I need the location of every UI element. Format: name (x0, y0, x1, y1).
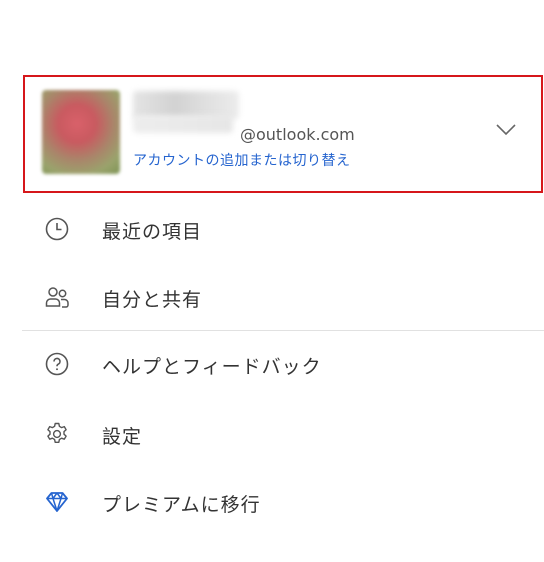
help-icon (45, 352, 69, 376)
menu-item-recent[interactable]: 最近の項目 (0, 204, 544, 254)
clock-icon (45, 217, 69, 241)
menu-item-settings[interactable]: 設定 (0, 409, 544, 459)
people-icon (45, 287, 69, 308)
gear-icon (47, 422, 67, 443)
account-card[interactable]: @outlook.com アカウントの追加または切り替え (23, 75, 543, 193)
menu-divider (22, 330, 544, 331)
email-user-redacted (133, 115, 233, 133)
menu-label-shared: 自分と共有 (102, 289, 203, 311)
menu-item-premium[interactable]: プレミアムに移行 (0, 477, 544, 527)
add-or-switch-account-link[interactable]: アカウントの追加または切り替え (133, 150, 351, 170)
menu-label-help: ヘルプとフィードバック (102, 356, 322, 378)
menu-label-premium: プレミアムに移行 (102, 494, 261, 516)
menu-item-shared[interactable]: 自分と共有 (0, 272, 544, 322)
menu-label-settings: 設定 (102, 426, 143, 448)
diamond-icon (46, 492, 68, 512)
avatar (42, 90, 120, 174)
menu-label-recent: 最近の項目 (102, 221, 203, 243)
chevron-down-icon[interactable] (495, 121, 517, 137)
email-domain: @outlook.com (240, 125, 355, 144)
menu-item-help[interactable]: ヘルプとフィードバック (0, 339, 544, 389)
